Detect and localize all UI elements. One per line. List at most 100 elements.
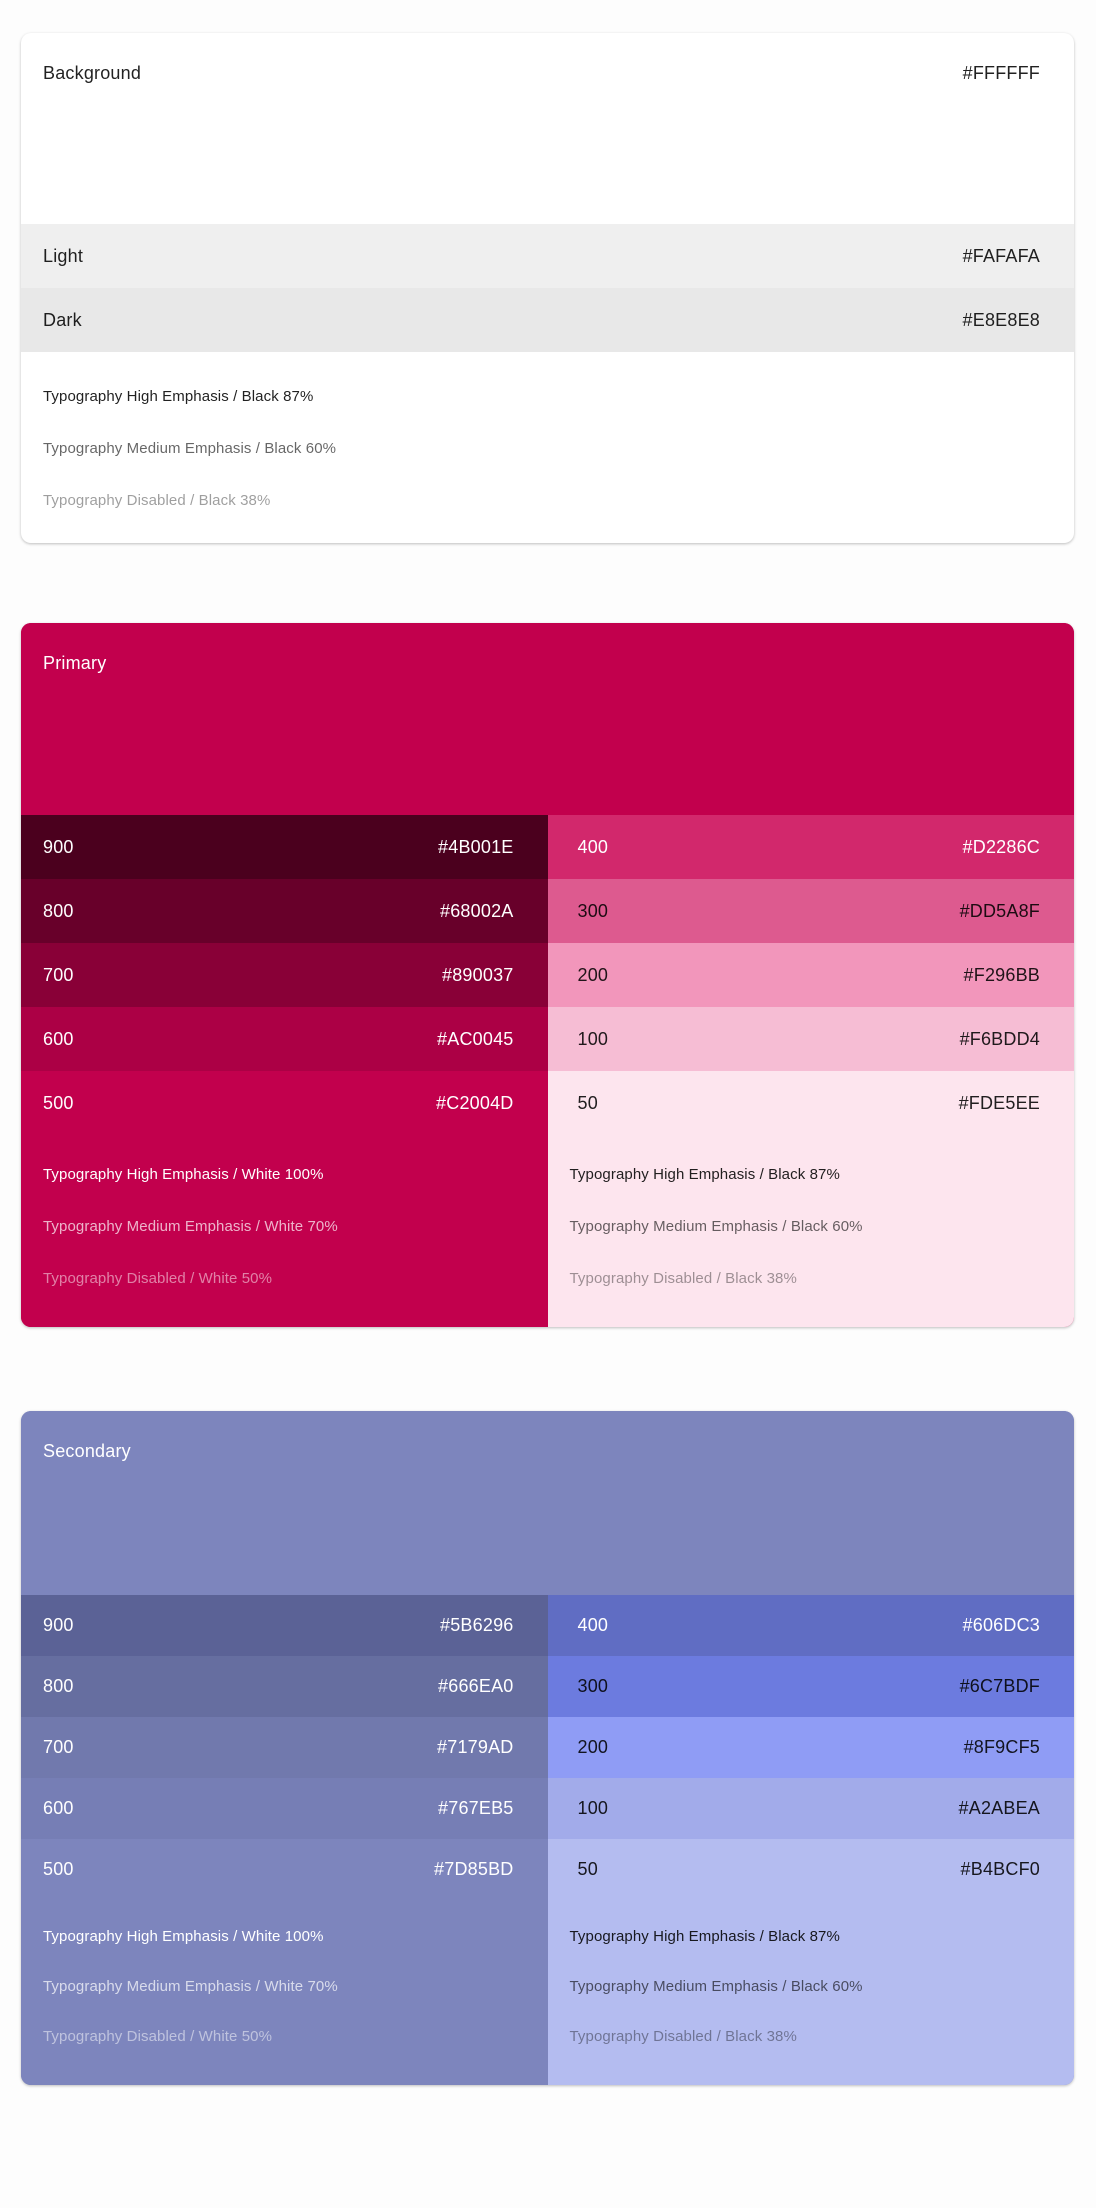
background-hex: #FFFFFF (962, 63, 1040, 83)
primary-black-typography: Typography High Emphasis / Black 87% Typ… (547, 1135, 1074, 1327)
primary-header: Primary (21, 623, 1074, 815)
swatch-label: 800 (43, 1676, 74, 1696)
swatch-hex: #AC0045 (437, 1028, 514, 1049)
swatch-hex: #767EB5 (438, 1798, 514, 1818)
swatch-label: 700 (43, 964, 74, 985)
swatch-hex: #7179AD (437, 1737, 514, 1757)
swatch-label: 800 (43, 900, 74, 921)
typography-disabled: Typography Disabled / Black 38% (569, 1270, 797, 1287)
background-light-row: Light #FAFAFA (21, 224, 1074, 288)
swatch-row-400: 400 #D2286C (547, 815, 1074, 879)
swatch-hex: #FDE5EE (958, 1092, 1040, 1113)
swatch-label: 600 (43, 1028, 74, 1049)
swatch-label: 900 (43, 836, 74, 857)
primary-dark-column: 900 #4B001E 800 #68002A 700 #890037 600 … (21, 815, 548, 1327)
background-dark-row: Dark #E8E8E8 (21, 288, 1074, 352)
swatch-hex: #8F9CF5 (963, 1737, 1040, 1757)
swatch-hex: #B4BCF0 (960, 1859, 1040, 1879)
swatch-hex: #C2004D (436, 1092, 514, 1113)
swatch-hex: #F296BB (963, 964, 1040, 985)
swatch-row-100: 100 #A2ABEA (547, 1778, 1074, 1839)
typography-medium-emphasis: Typography Medium Emphasis / Black 60% (569, 1218, 863, 1235)
swatch-hex: #6C7BDF (959, 1676, 1040, 1696)
swatch-row-200: 200 #8F9CF5 (547, 1717, 1074, 1778)
typography-medium-emphasis: Typography Medium Emphasis / White 70% (43, 1218, 338, 1235)
secondary-title: Secondary (43, 1441, 131, 1461)
swatch-hex: #D2286C (962, 836, 1040, 857)
swatch-label: 900 (43, 1615, 74, 1635)
swatch-label: 100 (577, 1798, 609, 1818)
typography-medium-emphasis: Typography Medium Emphasis / Black 60% (569, 1978, 863, 1995)
swatch-hex: #A2ABEA (958, 1798, 1040, 1818)
secondary-dark-column: 900 #5B6296 800 #666EA0 700 #7179AD 600 … (21, 1595, 548, 2085)
swatch-label: 300 (577, 900, 609, 921)
secondary-light-column: 400 #606DC3 300 #6C7BDF 200 #8F9CF5 100 … (547, 1595, 1074, 2085)
swatch-row-700: 700 #7179AD (21, 1717, 548, 1778)
secondary-white-typography: Typography High Emphasis / White 100% Ty… (21, 1900, 548, 2085)
swatch-label: 500 (43, 1092, 74, 1113)
swatch-hex: #F6BDD4 (959, 1028, 1040, 1049)
swatch-row-100: 100 #F6BDD4 (547, 1007, 1074, 1071)
swatch-label: Light (43, 245, 84, 266)
swatch-row-300: 300 #DD5A8F (547, 879, 1074, 943)
typography-high-emphasis: Typography High Emphasis / Black 87% (43, 388, 314, 405)
typography-disabled: Typography Disabled / Black 38% (43, 492, 271, 509)
typography-high-emphasis: Typography High Emphasis / White 100% (43, 1928, 324, 1945)
swatch-label: 200 (577, 1737, 609, 1757)
swatch-label: 300 (577, 1676, 609, 1696)
swatch-label: 200 (577, 964, 609, 985)
swatch-row-500: 500 #7D85BD (21, 1839, 548, 1900)
swatch-hex: #606DC3 (962, 1615, 1040, 1635)
primary-light-column: 400 #D2286C 300 #DD5A8F 200 #F296BB 100 … (547, 815, 1074, 1327)
secondary-shades: 900 #5B6296 800 #666EA0 700 #7179AD 600 … (21, 1595, 1074, 2085)
typography-disabled: Typography Disabled / White 50% (43, 2028, 273, 2045)
background-card: Background #FFFFFF Light #FAFAFA Dark #E… (21, 33, 1074, 543)
swatch-hex: #666EA0 (438, 1676, 514, 1696)
swatch-row-50: 50 #FDE5EE (547, 1071, 1074, 1135)
secondary-black-typography: Typography High Emphasis / Black 87% Typ… (547, 1900, 1074, 2085)
background-typography: Typography High Emphasis / Black 87% Typ… (21, 352, 1074, 543)
swatch-hex: #E8E8E8 (962, 309, 1040, 330)
swatch-label: 600 (43, 1798, 74, 1818)
swatch-label: 400 (577, 836, 609, 857)
primary-card: Primary 900 #4B001E 800 #68002A 700 #890… (21, 623, 1074, 1327)
swatch-hex: #DD5A8F (959, 900, 1040, 921)
background-title: Background (43, 63, 142, 83)
swatch-row-600: 600 #767EB5 (21, 1778, 548, 1839)
swatch-row-500: 500 #C2004D (21, 1071, 548, 1135)
swatch-row-800: 800 #666EA0 (21, 1656, 548, 1717)
secondary-card: Secondary 900 #5B6296 800 #666EA0 700 #7… (21, 1411, 1074, 2085)
swatch-row-50: 50 #B4BCF0 (547, 1839, 1074, 1900)
primary-title: Primary (43, 653, 107, 673)
swatch-row-300: 300 #6C7BDF (547, 1656, 1074, 1717)
swatch-label: 500 (43, 1859, 74, 1879)
background-header: Background #FFFFFF (21, 33, 1074, 224)
swatch-hex: #5B6296 (440, 1615, 514, 1635)
typography-high-emphasis: Typography High Emphasis / White 100% (43, 1166, 324, 1183)
typography-medium-emphasis: Typography Medium Emphasis / Black 60% (43, 440, 337, 457)
swatch-row-800: 800 #68002A (21, 879, 548, 943)
swatch-label: 100 (577, 1028, 609, 1049)
swatch-hex: #68002A (440, 900, 514, 921)
swatch-row-400: 400 #606DC3 (547, 1595, 1074, 1656)
swatch-label: 700 (43, 1737, 74, 1757)
primary-shades: 900 #4B001E 800 #68002A 700 #890037 600 … (21, 815, 1074, 1327)
swatch-row-600: 600 #AC0045 (21, 1007, 548, 1071)
typography-medium-emphasis: Typography Medium Emphasis / White 70% (43, 1978, 338, 1995)
swatch-row-700: 700 #890037 (21, 943, 548, 1007)
swatch-label: Dark (43, 309, 82, 330)
swatch-row-900: 900 #5B6296 (21, 1595, 548, 1656)
swatch-hex: #FAFAFA (962, 245, 1040, 266)
secondary-header: Secondary (21, 1411, 1074, 1595)
swatch-hex: #890037 (442, 964, 514, 985)
swatch-row-900: 900 #4B001E (21, 815, 548, 879)
typography-high-emphasis: Typography High Emphasis / Black 87% (569, 1928, 840, 1945)
swatch-row-200: 200 #F296BB (547, 943, 1074, 1007)
swatch-hex: #7D85BD (434, 1859, 514, 1879)
swatch-hex: #4B001E (438, 836, 514, 857)
swatch-label: 400 (577, 1615, 609, 1635)
swatch-label: 50 (577, 1092, 598, 1113)
typography-high-emphasis: Typography High Emphasis / Black 87% (569, 1166, 840, 1183)
primary-white-typography: Typography High Emphasis / White 100% Ty… (21, 1135, 548, 1327)
typography-disabled: Typography Disabled / White 50% (43, 1270, 273, 1287)
